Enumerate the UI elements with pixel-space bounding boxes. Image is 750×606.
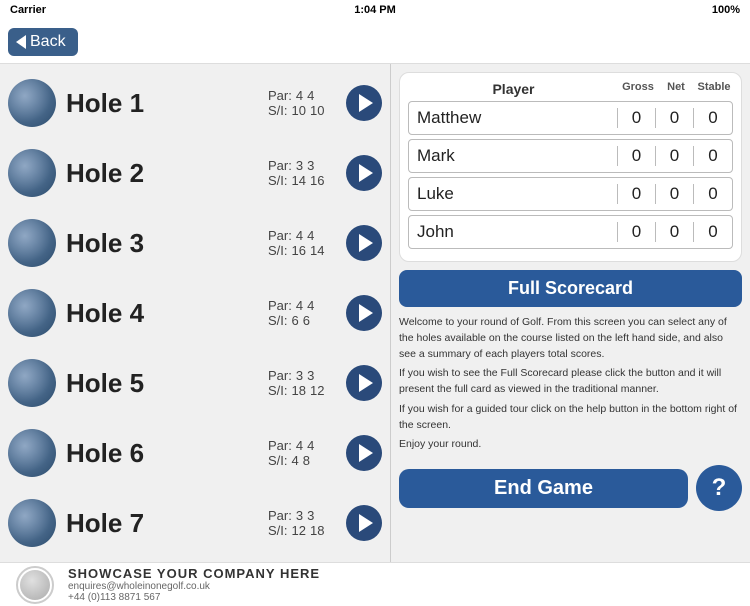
player-net-3: 0 (656, 184, 694, 204)
player-name-2: Mark (409, 146, 618, 166)
status-bar: Carrier 1:04 PM 100% (0, 0, 750, 20)
main-content: Hole 1 Par: 4 4 S/I: 10 10 Hole 2 Par: 3… (0, 64, 750, 562)
player-gross-3: 0 (618, 184, 656, 204)
info-p3: If you wish for a guided tour click on t… (399, 402, 742, 434)
hole-label-4: Hole 4 (66, 298, 268, 329)
player-score-row-4: John 0 0 0 (408, 215, 733, 249)
footer: SHOWCASE YOUR COMPANY HERE enquires@whol… (0, 562, 750, 606)
play-arrow-icon-4 (359, 304, 373, 322)
player-stable-3: 0 (694, 184, 732, 204)
time-text: 1:04 PM (354, 4, 396, 16)
player-col-header: Player (408, 81, 619, 97)
play-button-4[interactable] (346, 295, 382, 331)
carrier-text: Carrier (10, 4, 46, 16)
player-name-3: Luke (409, 184, 618, 204)
stable-col-header: Stable (695, 81, 733, 97)
hole-stats-5: Par: 3 3 S/I: 18 12 (268, 368, 338, 398)
player-stable-1: 0 (694, 108, 732, 128)
score-card: Player Gross Net Stable Matthew 0 0 0 Ma… (399, 72, 742, 262)
hole-label-3: Hole 3 (66, 228, 268, 259)
info-p4: Enjoy your round. (399, 437, 742, 453)
footer-text: SHOWCASE YOUR COMPANY HERE enquires@whol… (68, 566, 320, 603)
player-score-row-1: Matthew 0 0 0 (408, 101, 733, 135)
play-arrow-icon-7 (359, 514, 373, 532)
hole-row-4: Hole 4 Par: 4 4 S/I: 6 6 (0, 278, 390, 348)
right-panel: Player Gross Net Stable Matthew 0 0 0 Ma… (391, 64, 750, 562)
player-net-2: 0 (656, 146, 694, 166)
full-scorecard-button[interactable]: Full Scorecard (399, 270, 742, 307)
back-label: Back (30, 33, 66, 51)
play-button-6[interactable] (346, 435, 382, 471)
play-arrow-icon-3 (359, 234, 373, 252)
hole-stats-1: Par: 4 4 S/I: 10 10 (268, 88, 338, 118)
company-name: SHOWCASE YOUR COMPANY HERE (68, 566, 320, 581)
hole-stats-2: Par: 3 3 S/I: 14 16 (268, 158, 338, 188)
hole-ball-2 (8, 149, 56, 197)
hole-ball-3 (8, 219, 56, 267)
hole-stats-7: Par: 3 3 S/I: 12 18 (268, 508, 338, 538)
bottom-buttons: End Game ? (399, 465, 742, 511)
back-chevron-icon (16, 35, 26, 49)
player-gross-1: 0 (618, 108, 656, 128)
hole-label-2: Hole 2 (66, 158, 268, 189)
hole-row-5: Hole 5 Par: 3 3 S/I: 18 12 (0, 348, 390, 418)
hole-stats-4: Par: 4 4 S/I: 6 6 (268, 298, 338, 328)
player-name-1: Matthew (409, 108, 618, 128)
hole-ball-5 (8, 359, 56, 407)
holes-panel: Hole 1 Par: 4 4 S/I: 10 10 Hole 2 Par: 3… (0, 64, 390, 562)
info-p1: Welcome to your round of Golf. From this… (399, 315, 742, 362)
nav-bar: Back (0, 20, 750, 64)
player-stable-4: 0 (694, 222, 732, 242)
hole-label-6: Hole 6 (66, 438, 268, 469)
info-section: Welcome to your round of Golf. From this… (399, 315, 742, 457)
player-stable-2: 0 (694, 146, 732, 166)
play-button-5[interactable] (346, 365, 382, 401)
score-header: Player Gross Net Stable (408, 81, 733, 97)
net-col-header: Net (657, 81, 695, 97)
play-arrow-icon-1 (359, 94, 373, 112)
company-logo (16, 566, 54, 604)
player-gross-4: 0 (618, 222, 656, 242)
play-button-7[interactable] (346, 505, 382, 541)
hole-row-3: Hole 3 Par: 4 4 S/I: 16 14 (0, 208, 390, 278)
gross-col-header: Gross (619, 81, 657, 97)
play-arrow-icon-2 (359, 164, 373, 182)
back-button[interactable]: Back (8, 28, 78, 56)
player-net-4: 0 (656, 222, 694, 242)
play-arrow-icon-5 (359, 374, 373, 392)
play-arrow-icon-6 (359, 444, 373, 462)
hole-ball-6 (8, 429, 56, 477)
player-net-1: 0 (656, 108, 694, 128)
hole-row-6: Hole 6 Par: 4 4 S/I: 4 8 (0, 418, 390, 488)
footer-phone: +44 (0)113 8871 567 (68, 592, 320, 603)
golf-ball-logo (20, 570, 50, 600)
hole-ball-1 (8, 79, 56, 127)
hole-row-2: Hole 2 Par: 3 3 S/I: 14 16 (0, 138, 390, 208)
hole-ball-7 (8, 499, 56, 547)
play-button-3[interactable] (346, 225, 382, 261)
player-score-row-3: Luke 0 0 0 (408, 177, 733, 211)
hole-stats-3: Par: 4 4 S/I: 16 14 (268, 228, 338, 258)
player-score-row-2: Mark 0 0 0 (408, 139, 733, 173)
hole-label-1: Hole 1 (66, 88, 268, 119)
play-button-1[interactable] (346, 85, 382, 121)
hole-ball-4 (8, 289, 56, 337)
player-gross-2: 0 (618, 146, 656, 166)
hole-stats-6: Par: 4 4 S/I: 4 8 (268, 438, 338, 468)
hole-label-7: Hole 7 (66, 508, 268, 539)
play-button-2[interactable] (346, 155, 382, 191)
battery-text: 100% (712, 4, 740, 16)
info-p2: If you wish to see the Full Scorecard pl… (399, 366, 742, 398)
footer-email: enquires@wholeinonegolf.co.uk (68, 581, 320, 592)
hole-row-7: Hole 7 Par: 3 3 S/I: 12 18 (0, 488, 390, 558)
end-game-button[interactable]: End Game (399, 469, 688, 508)
help-button[interactable]: ? (696, 465, 742, 511)
hole-label-5: Hole 5 (66, 368, 268, 399)
hole-row-1: Hole 1 Par: 4 4 S/I: 10 10 (0, 68, 390, 138)
player-name-4: John (409, 222, 618, 242)
